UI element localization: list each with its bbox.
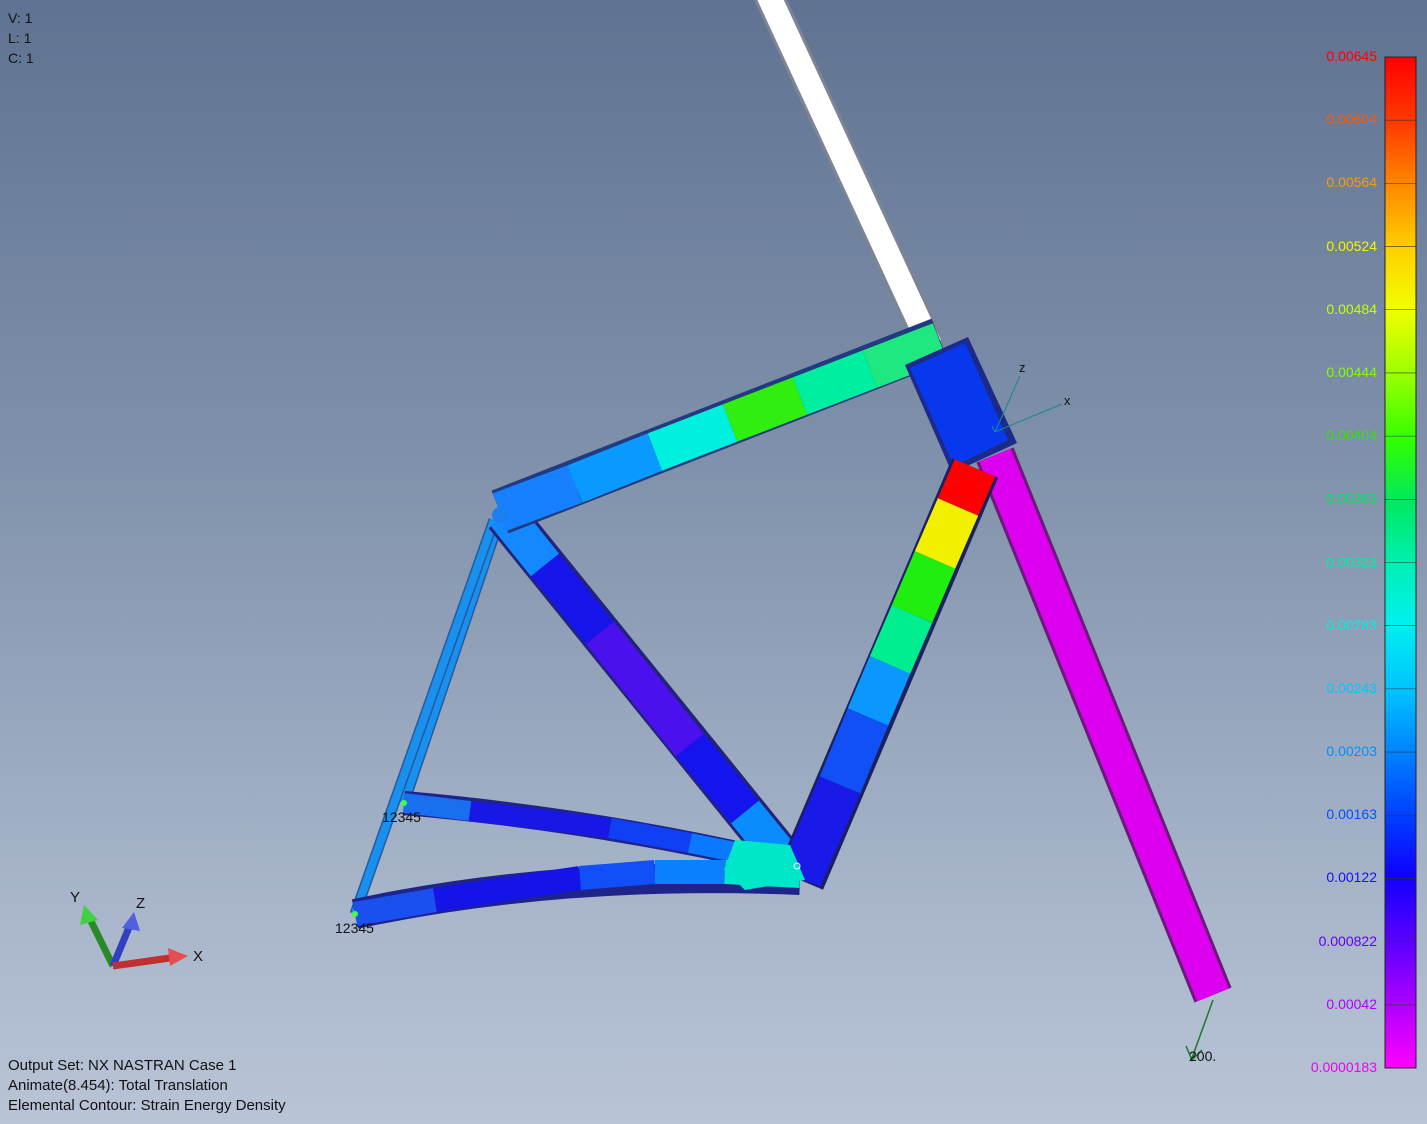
- legend-value-label: 0.00404: [1326, 427, 1377, 444]
- legend-value-label: 0.00203: [1326, 743, 1377, 760]
- contour-label: Elemental Contour: Strain Energy Density: [8, 1097, 286, 1114]
- down-tube: [776, 458, 999, 890]
- triad-y-label: Y: [70, 889, 80, 906]
- view-info: V: 1 L: 1 C: 1: [8, 8, 34, 68]
- legend-value-label: 0.00444: [1326, 363, 1377, 380]
- top-joint: [492, 507, 508, 523]
- legend-value-label: 0.00163: [1326, 806, 1377, 823]
- legend-value-label: 0.00564: [1326, 174, 1377, 191]
- upper-constraint-label: 12345: [382, 809, 421, 825]
- seat-tube: [488, 501, 797, 869]
- animate-label: Animate(8.454): Total Translation: [8, 1077, 228, 1094]
- legend-value-label: 0.000822: [1318, 932, 1377, 949]
- handlebar-stem: [754, 0, 944, 352]
- legend-value-label: 0.0000183: [1310, 1059, 1377, 1075]
- output-info: Output Set: NX NASTRAN Case 1 Animate(8.…: [8, 1056, 286, 1116]
- top-tube: [491, 318, 949, 534]
- legend-value-label: 0.00042: [1326, 995, 1377, 1012]
- local-csys-x-label: x: [1064, 393, 1071, 408]
- load-value-label: 200.: [1189, 1048, 1216, 1064]
- legend-value-label: 0.00363: [1326, 490, 1377, 507]
- output-set-label: Output Set: NX NASTRAN Case 1: [8, 1057, 237, 1074]
- contour-legend-labels: 0.00645 0.00604 0.00564 0.00524 0.00484 0.004…: [1257, 48, 1377, 1078]
- triad-z-label: Z: [136, 895, 145, 912]
- lower-constraint-label: 12345: [335, 920, 374, 936]
- legend-value-label: 0.00122: [1326, 869, 1377, 886]
- view-number: V: 1: [8, 10, 33, 26]
- color-number: C: 1: [8, 50, 34, 66]
- layer-number: L: 1: [8, 30, 32, 46]
- lower-constraint-marker[interactable]: [352, 911, 358, 917]
- model-viewport[interactable]: x z 12345 12345 200. Y Z X: [0, 0, 1427, 1124]
- local-csys-z-label: z: [1019, 360, 1026, 375]
- legend-value-label: 0.00604: [1326, 111, 1377, 128]
- triad-x-label: X: [193, 948, 203, 965]
- seat-stays: [349, 516, 506, 916]
- legend-value-label: 0.00283: [1326, 616, 1377, 633]
- contour-legend-bar: [1384, 56, 1417, 1069]
- upper-constraint-marker[interactable]: [401, 800, 407, 806]
- legend-value-label: 0.00484: [1326, 300, 1377, 317]
- legend-value-label: 0.00243: [1326, 679, 1377, 696]
- legend-value-label: 0.00645: [1326, 48, 1377, 64]
- legend-value-label: 0.00524: [1326, 237, 1377, 254]
- legend-value-label: 0.00323: [1326, 553, 1377, 570]
- front-fork: [976, 447, 1232, 1003]
- global-triad[interactable]: [80, 905, 188, 970]
